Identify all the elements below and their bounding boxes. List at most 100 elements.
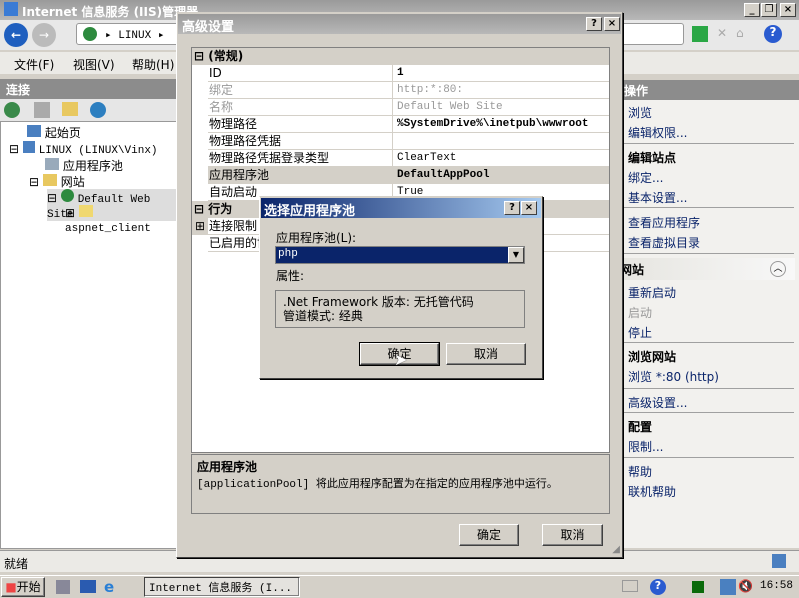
refresh-icon[interactable] (692, 26, 708, 42)
connections-tree: 起始页 ⊟ LINUX (LINUX\Vinx) 应用程序池 ⊟ 网站 ⊟ De… (0, 121, 180, 549)
action-restart[interactable]: 重新启动 (628, 284, 676, 301)
action-stop[interactable]: 停止 (628, 324, 652, 341)
tree-aspnet-client[interactable]: ⊞ aspnet_client (65, 205, 179, 235)
manage-site-section[interactable]: 管理网站 ︿ (620, 258, 795, 280)
disconnect-icon[interactable] (90, 102, 106, 118)
minimize-button[interactable]: _ (744, 3, 760, 17)
globe-icon (83, 27, 97, 41)
advanced-ok-button[interactable]: 确定 (459, 524, 519, 546)
property-value[interactable] (394, 133, 609, 149)
collapse-icon[interactable]: ︿ (770, 261, 786, 277)
property-value[interactable]: Default Web Site (394, 99, 609, 115)
heading-edit-site: 编辑站点 (628, 151, 677, 165)
property-value[interactable]: 1 (394, 65, 609, 81)
select-pool-title: 选择应用程序池 (264, 204, 356, 219)
action-advanced-settings[interactable]: 高级设置... (628, 394, 687, 411)
select-pool-title-bar: 选择应用程序池 ? × (261, 198, 541, 219)
action-online-help[interactable]: 联机帮助 (628, 483, 676, 500)
save-icon[interactable] (34, 102, 50, 118)
select-pool-cancel-button[interactable]: 取消 (446, 343, 526, 365)
action-limits[interactable]: 限制... (628, 438, 663, 455)
property-row[interactable]: 绑定 http:*:80: (208, 82, 609, 99)
mouse-cursor-icon: ➤ (394, 350, 408, 369)
menu-help[interactable]: 帮助(H) (132, 56, 174, 73)
network-icon[interactable] (720, 579, 736, 595)
cpu-meter-icon (692, 581, 704, 593)
description-title: 应用程序池 (197, 460, 258, 474)
restore-button[interactable]: ❐ (761, 3, 777, 17)
action-view-vdirs[interactable]: 查看虚拟目录 (628, 234, 700, 251)
tree-sites[interactable]: ⊟ 网站 (29, 173, 85, 190)
property-name: ID (208, 65, 393, 81)
property-framework: .Net Framework 版本: 无托管代码 (283, 295, 474, 309)
actions-header: 操作 (620, 80, 799, 100)
server-icon (772, 554, 786, 568)
up-folder-icon[interactable] (62, 102, 78, 116)
property-row[interactable]: 物理路径凭据 (208, 133, 609, 150)
property-value[interactable]: DefaultAppPool (394, 167, 609, 183)
property-row[interactable]: ID 1 (208, 65, 609, 82)
start-button[interactable]: ■开始 (1, 577, 45, 597)
property-name: 应用程序池 (208, 167, 393, 183)
tree-app-pools[interactable]: 应用程序池 (45, 157, 123, 174)
dropdown-arrow-icon[interactable]: ▼ (508, 247, 524, 263)
window-title: Internet 信息服务 (IIS)管理器 (22, 5, 199, 19)
action-help[interactable]: 帮助 (628, 463, 652, 480)
property-row[interactable]: 物理路径凭据登录类型 ClearText (208, 150, 609, 167)
server-manager-icon[interactable] (56, 580, 70, 594)
advanced-help-button[interactable]: ? (586, 17, 602, 31)
taskbar: ■开始 e Internet 信息服务 (I... ? 🔇 16:58 (0, 575, 799, 597)
action-browse[interactable]: 浏览 (628, 104, 652, 121)
back-button[interactable]: ← (4, 23, 28, 47)
stop-icon[interactable]: ✕ (714, 26, 730, 42)
properties-label: 属性: (276, 269, 305, 283)
property-row[interactable]: 名称 Default Web Site (208, 99, 609, 116)
category-general[interactable]: ⊟ (常规) (192, 48, 609, 65)
iis-icon (4, 2, 18, 16)
help-icon[interactable]: ? (764, 25, 782, 43)
tree-server[interactable]: ⊟ LINUX (LINUX\Vinx) (9, 141, 158, 157)
advanced-title-bar: 高级设置 ? × (178, 14, 621, 35)
volume-muted-icon[interactable]: 🔇 (738, 579, 753, 593)
select-pool-close-button[interactable]: × (521, 201, 537, 215)
connect-icon[interactable] (4, 102, 20, 118)
tree-start-page[interactable]: 起始页 (27, 124, 81, 141)
action-bindings[interactable]: 绑定... (628, 169, 663, 186)
advanced-cancel-button[interactable]: 取消 (542, 524, 603, 546)
app-pool-value: php (278, 248, 298, 260)
property-name: 名称 (208, 99, 393, 115)
status-text: 就绪 (4, 557, 29, 571)
action-basic-settings[interactable]: 基本设置... (628, 189, 687, 206)
forward-button[interactable]: → (32, 23, 56, 47)
property-name: 物理路径 (208, 116, 393, 132)
resize-grip[interactable]: ◢ (612, 544, 620, 555)
property-value[interactable]: ClearText (394, 150, 609, 166)
taskbar-iis[interactable]: Internet 信息服务 (I... (144, 577, 300, 597)
connections-toolbar (0, 99, 180, 121)
action-edit-permissions[interactable]: 编辑权限... (628, 124, 687, 141)
advanced-close-button[interactable]: × (604, 17, 620, 31)
action-view-apps[interactable]: 查看应用程序 (628, 214, 700, 231)
taskbar-help-icon[interactable]: ? (650, 579, 666, 595)
menu-view[interactable]: 视图(V) (73, 56, 115, 73)
property-row[interactable]: 物理路径 %SystemDrive%\inetpub\wwwroot (208, 116, 609, 133)
keyboard-icon[interactable] (622, 580, 638, 592)
home-icon[interactable]: ⌂ (736, 26, 752, 42)
action-browse-80[interactable]: 浏览 *:80 (http) (628, 368, 719, 385)
heading-browse-site: 浏览网站 (628, 350, 677, 364)
menu-file[interactable]: 文件(F) (14, 56, 54, 73)
select-pool-help-button[interactable]: ? (504, 201, 520, 215)
close-button[interactable]: × (780, 3, 796, 17)
ie-icon[interactable]: e (104, 578, 114, 596)
property-value[interactable]: http:*:80: (394, 82, 609, 98)
properties-box: .Net Framework 版本: 无托管代码 管道模式: 经典 (275, 290, 525, 328)
property-row[interactable]: 应用程序池 DefaultAppPool (208, 167, 609, 184)
property-value[interactable]: %SystemDrive%\inetpub\wwwroot (394, 116, 609, 132)
desktop-icon[interactable] (80, 580, 96, 593)
property-name: 绑定 (208, 82, 393, 98)
advanced-title: 高级设置 (182, 20, 235, 35)
property-name: 物理路径凭据 (208, 133, 393, 149)
app-pool-select[interactable]: php ▼ (275, 246, 525, 264)
address-segment[interactable]: LINUX (118, 30, 151, 42)
description-text: [applicationPool] 将此应用程序配置为在指定的应用程序池中运行。 (197, 479, 558, 491)
